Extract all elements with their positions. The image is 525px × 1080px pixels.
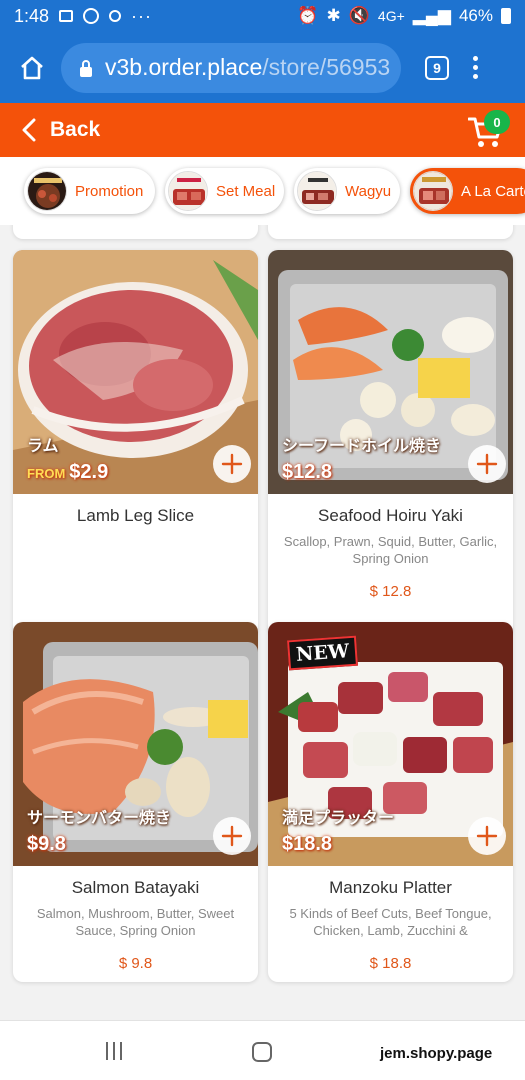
from-tag: FROM [27,466,66,481]
bluetooth-icon: ✱ [326,6,341,25]
photo-price-value: $12.8 [282,461,333,483]
photo-jp-title: シーフードホイル焼き [282,438,442,455]
product-card-partial[interactable] [268,225,513,239]
category-strip: Promotion Set Meal Wagyu A La Carte [0,157,525,225]
product-description: Salmon, Mushroom, Butter, Sweet Sauce, S… [36,906,235,938]
product-list: ラム FROM $2.9 Lamb Leg Slice シーフードホイル焼き $… [0,225,525,1020]
chevron-left-icon [22,118,36,142]
gallery-notification-icon [59,10,74,22]
product-card[interactable]: ラム FROM $2.9 Lamb Leg Slice [13,250,258,636]
circle-notification-icon [109,10,122,22]
battery-percent: 46% [458,6,493,25]
browser-menu-icon[interactable] [471,56,479,79]
product-photo: シーフードホイル焼き $12.8 [268,250,513,494]
signal-icon: ▂▄▆ [412,6,451,25]
battery-icon [501,8,511,24]
category-promotion[interactable]: Promotion [24,168,155,214]
product-name: Salmon Batayaki [71,878,200,897]
photo-jp-title: ラム [27,438,59,455]
category-label: A La Carte [461,182,525,200]
product-card[interactable]: シーフードホイル焼き $12.8 Seafood Hoiru Yaki Scal… [268,250,513,636]
product-description: Scallop, Prawn, Squid, Butter, Garlic, S… [283,534,498,566]
category-a-la-carte[interactable]: A La Carte [410,168,525,214]
product-card[interactable]: NEW 満足プラッター $18.8 Manzoku Platter 5 Kind… [268,622,513,982]
photo-price: $12.8 [282,461,332,484]
plus-icon [476,453,498,475]
product-price: $ 18.8 [369,955,412,972]
plus-icon [221,825,243,847]
tabs-button[interactable]: 9 [425,55,449,80]
category-wagyu[interactable]: Wagyu [294,168,400,214]
app-header: Back [0,103,525,157]
home-nav-icon[interactable] [252,1042,272,1062]
add-to-cart-button[interactable] [468,817,506,855]
status-bar: 1:48 ··· ⏰ ✱ 🔇 4G+ ▂▄▆ 46% [0,0,525,32]
cart-count-badge: 0 [484,110,510,134]
category-set-meal[interactable]: Set Meal [165,168,284,214]
url-host: v3b.order.place [105,54,263,80]
network-type: 4G+ [377,8,405,24]
product-price: $ 12.8 [369,583,412,600]
plus-icon [221,453,243,475]
mute-icon: 🔇 [348,6,370,25]
add-to-cart-button[interactable] [213,445,251,483]
status-time: 1:48 [14,5,50,26]
category-label: Promotion [75,182,144,200]
product-description: 5 Kinds of Beef Cuts, Beef Tongue, Chick… [289,906,492,938]
plus-icon [476,825,498,847]
product-photo: サーモンバター焼き $9.8 [13,622,258,866]
home-icon[interactable] [12,48,52,88]
product-name: Lamb Leg Slice [76,506,195,525]
product-photo: ラム FROM $2.9 [13,250,258,494]
category-label: Wagyu [345,182,392,200]
photo-jp-title: サーモンバター焼き [27,810,172,827]
lock-icon [80,59,92,77]
photo-price-value: $9.8 [27,833,66,855]
more-notifications-icon: ··· [131,5,153,26]
photo-price: $9.8 [27,833,66,856]
address-bar[interactable]: v3b.order.place/store/56953 [61,42,401,93]
product-card[interactable]: サーモンバター焼き $9.8 Salmon Batayaki Salmon, M… [13,622,258,982]
photo-jp-title: 満足プラッター [282,810,395,827]
url-path: /store/56953 [262,54,391,80]
back-button[interactable]: Back [22,118,100,142]
alarm-icon: ⏰ [297,6,319,25]
photo-price-value: $2.9 [69,461,109,483]
browser-toolbar: v3b.order.place/store/56953 9 [0,32,525,103]
add-to-cart-button[interactable] [468,445,506,483]
product-price: $ 9.8 [118,955,153,972]
category-thumbnail [27,171,67,211]
photo-price: $18.8 [282,833,332,856]
category-thumbnail [168,171,208,211]
category-thumbnail [413,171,453,211]
add-to-cart-button[interactable] [213,817,251,855]
system-nav-bar: jem.shopy.page [0,1020,525,1080]
whatsapp-notification-icon [83,8,100,24]
product-name: Manzoku Platter [329,878,452,897]
new-badge: NEW [287,635,359,671]
photo-price: FROM $2.9 [27,461,108,484]
photo-price-value: $18.8 [282,833,333,855]
category-label: Set Meal [216,182,276,200]
product-photo: NEW 満足プラッター $18.8 [268,622,513,866]
product-card-partial[interactable] [13,225,258,239]
category-thumbnail [297,171,337,211]
recent-apps-icon[interactable] [106,1042,122,1060]
product-name: Seafood Hoiru Yaki [318,506,463,525]
watermark: jem.shopy.page [380,1045,493,1062]
back-label: Back [50,118,101,141]
